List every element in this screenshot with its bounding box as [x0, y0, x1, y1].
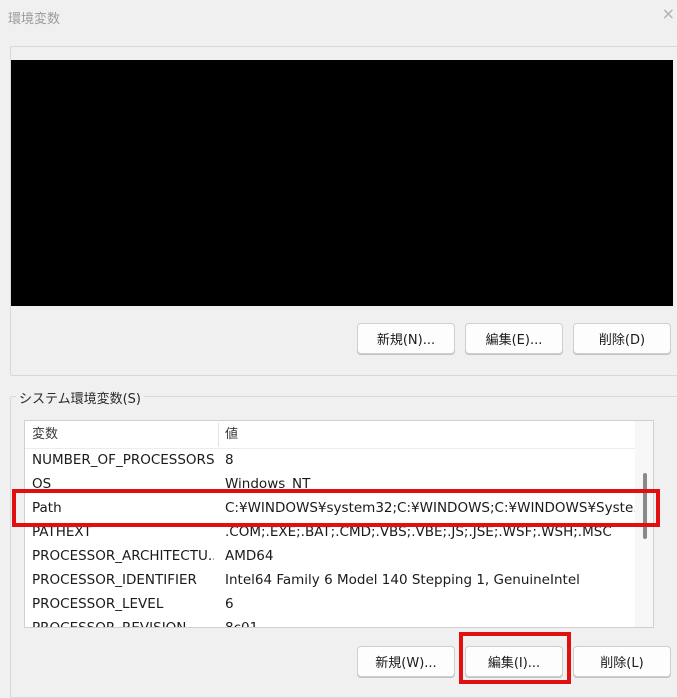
user-variables-list[interactable] — [11, 60, 673, 306]
close-icon[interactable]: × — [662, 4, 675, 23]
variable-name: PROCESSOR_LEVEL — [32, 596, 164, 612]
table-row[interactable]: OS Windows_NT — [25, 472, 650, 496]
variable-name: Path — [32, 500, 62, 516]
variable-value: 8c01 — [225, 620, 259, 628]
variable-value: 8 — [225, 452, 234, 468]
column-header-value[interactable]: 値 — [225, 421, 238, 448]
variable-value: 6 — [225, 596, 234, 612]
window-title: 環境変数 — [8, 12, 61, 27]
variable-name: PROCESSOR_ARCHITECTU... — [32, 548, 214, 564]
variable-name: PROCESSOR_REVISION — [32, 620, 187, 628]
variable-value: Intel64 Family 6 Model 140 Stepping 1, G… — [225, 572, 580, 588]
system-delete-button[interactable]: 削除(L) — [573, 646, 671, 677]
list-header: 変数 値 — [25, 421, 650, 449]
table-row[interactable]: PROCESSOR_ARCHITECTU... AMD64 — [25, 544, 650, 568]
system-variables-list[interactable]: 変数 値 NUMBER_OF_PROCESSORS 8 OS Windows_N… — [24, 420, 654, 628]
scrollbar-thumb[interactable] — [643, 473, 647, 539]
table-row[interactable]: PATHEXT .COM;.EXE;.BAT;.CMD;.VBS;.VBE;.J… — [25, 520, 650, 544]
user-edit-button[interactable]: 編集(E)... — [465, 323, 563, 354]
table-row[interactable]: PROCESSOR_IDENTIFIER Intel64 Family 6 Mo… — [25, 568, 650, 592]
column-header-name[interactable]: 変数 — [32, 421, 58, 448]
vertical-scrollbar[interactable] — [635, 421, 653, 627]
variable-name: OS — [32, 476, 52, 492]
user-delete-button[interactable]: 削除(D) — [573, 323, 671, 354]
variable-value: AMD64 — [225, 548, 274, 564]
system-edit-button[interactable]: 編集(I)... — [465, 646, 563, 677]
title-bar: 環境変数 × — [0, 0, 677, 36]
table-row[interactable]: PROCESSOR_LEVEL 6 — [25, 592, 650, 616]
column-divider[interactable] — [218, 423, 219, 447]
table-row[interactable]: NUMBER_OF_PROCESSORS 8 — [25, 448, 650, 472]
table-row[interactable]: PROCESSOR_REVISION 8c01 — [25, 616, 650, 628]
variable-value: .COM;.EXE;.BAT;.CMD;.VBS;.VBE;.JS;.JSE;.… — [225, 524, 612, 540]
variable-value: Windows_NT — [225, 476, 311, 492]
table-row-path[interactable]: Path C:¥WINDOWS¥system32;C:¥WINDOWS;C:¥W… — [25, 496, 650, 520]
variable-name: PATHEXT — [32, 524, 92, 540]
system-new-button[interactable]: 新規(W)... — [357, 646, 455, 677]
variable-name: PROCESSOR_IDENTIFIER — [32, 572, 197, 588]
user-new-button[interactable]: 新規(N)... — [357, 323, 455, 354]
system-variables-label: システム環境変数(S) — [16, 388, 145, 407]
variable-name: NUMBER_OF_PROCESSORS — [32, 452, 214, 468]
variable-value: C:¥WINDOWS¥system32;C:¥WINDOWS;C:¥WINDOW… — [225, 500, 647, 516]
